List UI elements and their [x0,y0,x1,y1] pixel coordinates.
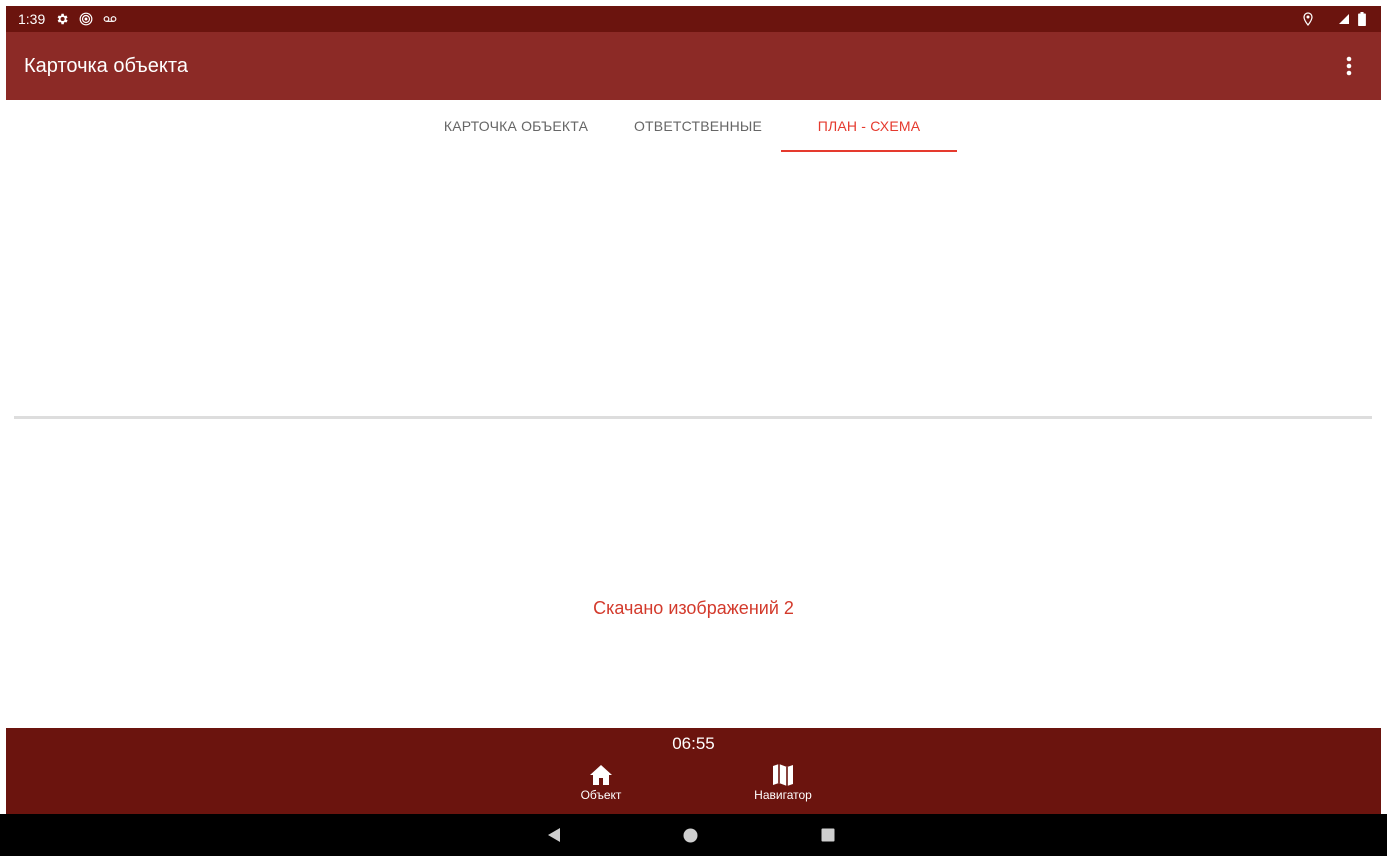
home-circle-icon [683,828,697,842]
frame-right [1381,0,1387,814]
signal-icon [1337,12,1351,26]
home-icon [588,762,614,788]
battery-icon [1355,12,1369,26]
download-status-text: Скачано изображений 2 [593,598,794,618]
voicemail-icon [103,12,117,26]
status-left: 1:39 [18,11,117,27]
system-nav-bar [0,814,1387,856]
status-right [1301,12,1369,26]
recents-icon [821,828,835,842]
recents-button[interactable] [820,827,836,843]
nav-item-label: Навигатор [754,788,812,802]
status-bar: 1:39 [6,6,1381,32]
overflow-menu-button[interactable] [1325,42,1373,90]
nav-item-label: Объект [580,788,622,802]
more-vert-icon [1346,56,1352,76]
progress-divider [14,416,1372,419]
home-nav-button[interactable] [682,827,698,843]
bottom-bar: 06:55 Объект Навигатор [6,728,1381,814]
tab-label: ПЛАН - СХЕМА [817,118,921,134]
tab-label: ОТВЕТСТВЕННЫЕ [633,118,763,134]
tab-label: КАРТОЧКА ОБЪЕКТА [443,118,589,134]
clock: 06:55 [672,734,715,753]
app-bar: Карточка объекта [6,32,1381,100]
back-button[interactable] [546,827,562,843]
gear-icon [55,12,69,26]
hotspot-icon [79,12,93,26]
nav-item-navigator[interactable]: Навигатор [741,762,825,802]
tab-bar: КАРТОЧКА ОБЪЕКТА ОТВЕТСТВЕННЫЕ ПЛАН - СХ… [6,100,1381,152]
location-icon [1301,12,1315,26]
tab-plan-scheme[interactable]: ПЛАН - СХЕМА [781,100,957,152]
back-icon [548,828,560,842]
tab-object-card[interactable]: КАРТОЧКА ОБЪЕКТА [420,100,612,152]
tab-responsible[interactable]: ОТВЕТСТВЕННЫЕ [616,100,780,152]
active-tab-indicator [781,150,957,152]
page-title: Карточка объекта [24,54,188,77]
nav-item-object[interactable]: Объект [566,762,636,802]
status-system-icons [1337,12,1369,26]
status-time: 1:39 [18,11,46,27]
map-icon [770,762,796,788]
